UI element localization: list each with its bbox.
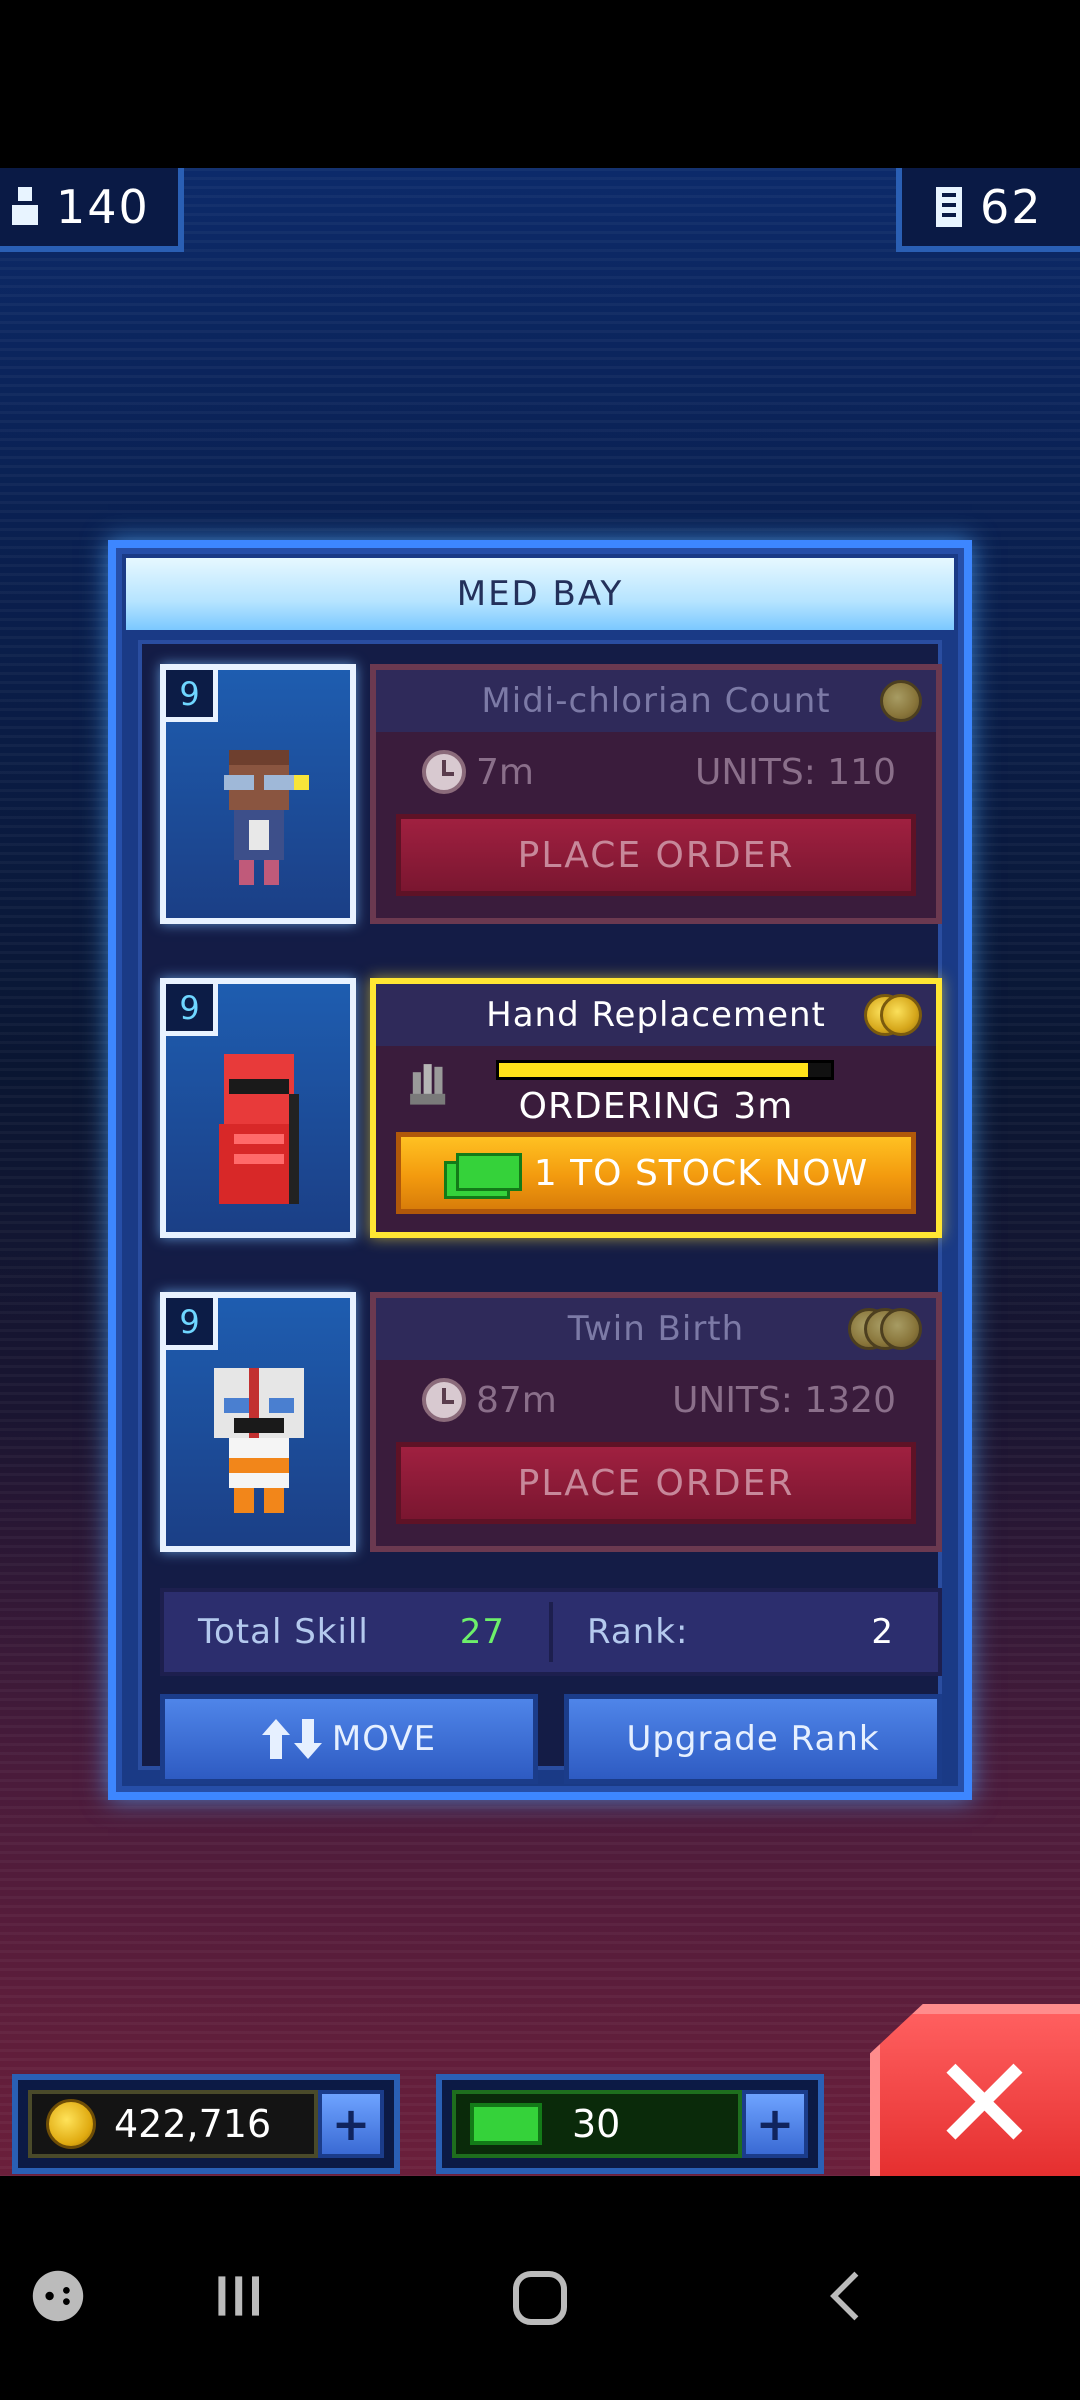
product-row-3: 9 Twin Birth 87m UNITS: 1320 PLACE ORDER [160, 1292, 942, 1562]
rank-value: 2 [871, 1612, 894, 1652]
coin-tier-icon [880, 680, 922, 722]
panel-body: 9 Midi-chlorian Count 7m UNITS: 110 PLAC… [138, 640, 942, 1784]
panel-actions: MOVE Upgrade Rank [160, 1694, 942, 1784]
bitizen-sprite [219, 1054, 299, 1204]
bitizen-sprite [214, 1368, 304, 1513]
product-row-2: 9 Hand Replacement ORDERING 3m 1 TO STOC… [160, 978, 942, 1248]
move-label: MOVE [331, 1719, 437, 1759]
close-button[interactable]: ✕ [870, 2004, 1080, 2176]
product-name: Hand Replacement [486, 995, 826, 1035]
upgrade-rank-label: Upgrade Rank [626, 1719, 880, 1759]
bux-value: 30 [572, 2102, 621, 2146]
navigation-bar [0, 2176, 1080, 2400]
bux-display: 30 [452, 2090, 742, 2158]
rank-label: Rank: [587, 1612, 689, 1652]
total-skill: Total Skill 27 [164, 1612, 549, 1652]
clock-icon [422, 1378, 466, 1422]
place-order-button[interactable]: PLACE ORDER [396, 814, 916, 896]
order-progress: ORDERING 3m [376, 1048, 936, 1138]
clock-icon [422, 750, 466, 794]
progress-fill [499, 1063, 808, 1077]
total-skill-value: 27 [459, 1612, 505, 1652]
worker-level-badge: 9 [166, 1298, 218, 1350]
buy-coins-button[interactable]: + [318, 2090, 384, 2158]
upgrade-rank-button[interactable]: Upgrade Rank [564, 1694, 942, 1784]
product-meta: 7m UNITS: 110 [376, 744, 936, 800]
product-meta: 87m UNITS: 1320 [376, 1372, 936, 1428]
ordering-status: ORDERING 3m [518, 1086, 794, 1127]
move-arrows-icon [261, 1719, 322, 1759]
floors-value: 62 [980, 180, 1043, 234]
worker-level-badge: 9 [166, 670, 218, 722]
coins-value: 422,716 [114, 2102, 272, 2146]
worker-portrait[interactable]: 9 [160, 978, 356, 1238]
coin-icon [46, 2099, 96, 2149]
population-value: 140 [56, 180, 150, 234]
buy-bux-button[interactable]: + [742, 2090, 808, 2158]
product-card: Twin Birth 87m UNITS: 1320 PLACE ORDER [370, 1292, 942, 1552]
place-order-button[interactable]: PLACE ORDER [396, 1442, 916, 1524]
coin-tier-icon [864, 994, 922, 1036]
floor-stats: Total Skill 27 Rank: 2 [160, 1588, 942, 1676]
order-time: 7m [422, 750, 534, 794]
recent-apps-icon[interactable] [210, 2268, 266, 2324]
bux-icon [470, 2103, 542, 2145]
coin-tier-icon [848, 1308, 922, 1350]
product-title-bar: Midi-chlorian Count [376, 670, 936, 732]
units-value: UNITS: 110 [694, 751, 896, 793]
close-icon: ✕ [930, 2028, 1039, 2176]
population-counter[interactable]: 140 [0, 168, 184, 252]
game-launcher-icon[interactable] [30, 2268, 86, 2324]
product-name: Twin Birth [567, 1309, 745, 1349]
progress-bar [496, 1060, 834, 1080]
coins-display: 422,716 [28, 2090, 318, 2158]
coins-hud: 422,716 + [12, 2074, 400, 2174]
stock-now-label: 1 TO STOCK NOW [533, 1152, 869, 1194]
bux-hud: 30 + [436, 2074, 824, 2174]
med-bay-panel: MED BAY 9 Midi-chlorian Count 7m UNITS: … [108, 540, 972, 1800]
product-card: Midi-chlorian Count 7m UNITS: 110 PLACE … [370, 664, 942, 924]
rank: Rank: 2 [553, 1612, 938, 1652]
worker-portrait[interactable]: 9 [160, 1292, 356, 1552]
order-time: 87m [422, 1378, 557, 1422]
order-time-value: 7m [476, 751, 534, 793]
status-bar [0, 0, 1080, 168]
product-title-bar: Hand Replacement [376, 984, 936, 1046]
units-value: UNITS: 1320 [672, 1379, 896, 1421]
worker-portrait[interactable]: 9 [160, 664, 356, 924]
back-icon[interactable] [820, 2268, 876, 2324]
stock-now-button[interactable]: 1 TO STOCK NOW [396, 1132, 916, 1214]
product-card-active: Hand Replacement ORDERING 3m 1 TO STOCK … [370, 978, 942, 1238]
product-name: Midi-chlorian Count [481, 681, 831, 721]
panel-header: MED BAY [126, 558, 954, 630]
game-screen: 140 62 MED BAY 9 Midi-chlorian Count 7m … [0, 168, 1080, 2176]
order-time-value: 87m [476, 1379, 557, 1421]
total-skill-label: Total Skill [198, 1612, 369, 1652]
building-icon [936, 187, 962, 227]
panel-title: MED BAY [456, 574, 624, 614]
home-icon[interactable] [510, 2268, 570, 2328]
floors-counter[interactable]: 62 [896, 168, 1080, 252]
bitizen-sprite [224, 750, 309, 885]
bux-icon [443, 1153, 522, 1199]
worker-level-badge: 9 [166, 984, 218, 1036]
person-icon [12, 187, 38, 225]
product-row-1: 9 Midi-chlorian Count 7m UNITS: 110 PLAC… [160, 664, 942, 934]
move-button[interactable]: MOVE [160, 1694, 538, 1784]
